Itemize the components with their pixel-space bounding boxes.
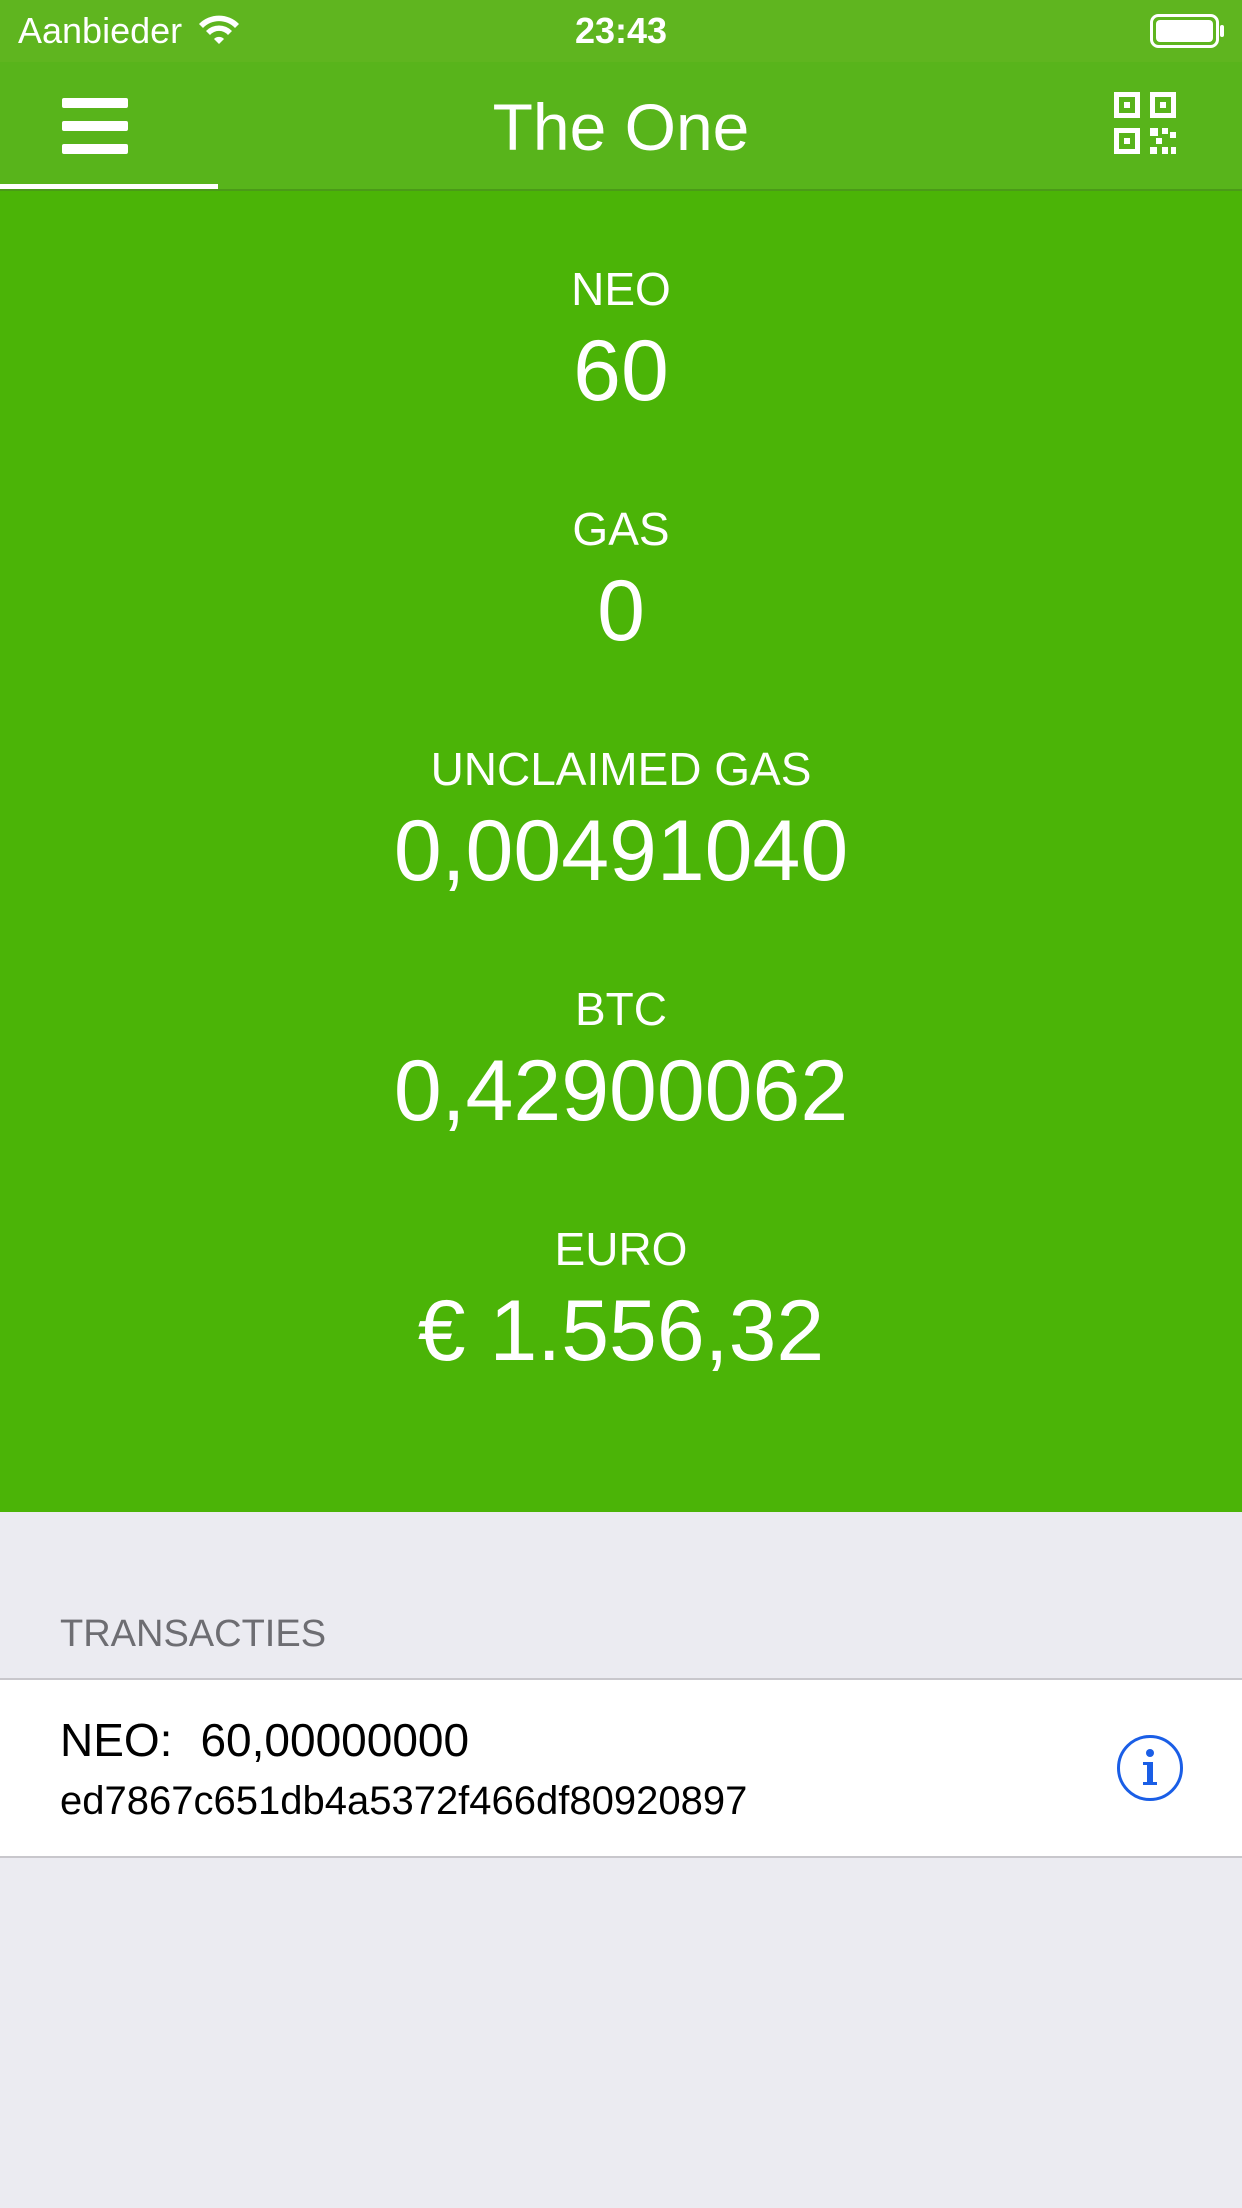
page-title: The One	[492, 90, 750, 164]
qr-code-icon[interactable]	[1114, 92, 1176, 154]
clock: 23:43	[574, 10, 668, 51]
balance-label: NEO	[571, 263, 671, 315]
balance-euro: EURO € 1.556,32	[0, 1221, 1242, 1381]
balance-value: 0,00491040	[393, 803, 849, 899]
balance-label: UNCLAIMED GAS	[430, 743, 812, 795]
menu-selection-indicator	[0, 184, 218, 189]
balance-value: 60	[573, 323, 669, 419]
balance-label: EURO	[554, 1223, 688, 1275]
transactions-header: TRANSACTIES	[60, 1613, 327, 1655]
balance-panel: NEO 60 GAS 0 UNCLAIMED GAS 0,00491040 BT…	[0, 191, 1242, 1512]
balance-unclaimed-gas: UNCLAIMED GAS 0,00491040	[0, 741, 1242, 901]
balance-label: GAS	[572, 503, 670, 555]
transaction-amount: NEO: 60,00000000	[60, 1712, 469, 1768]
balance-label: BTC	[575, 983, 667, 1035]
info-icon[interactable]	[1116, 1734, 1184, 1802]
transaction-hash: ed7867c651db4a5372f466df80920897	[60, 1779, 748, 1823]
balance-btc: BTC 0,42900062	[0, 981, 1242, 1141]
transaction-row[interactable]: NEO: 60,00000000 ed7867c651db4a5372f466df…	[0, 1678, 1242, 1858]
transaction-value: 60,00000000	[200, 1714, 470, 1766]
navigation-bar: The One	[0, 62, 1242, 191]
balance-value: 0	[597, 563, 645, 659]
balance-value: 0,42900062	[393, 1043, 849, 1139]
balance-neo: NEO 60	[0, 261, 1242, 421]
transaction-asset: NEO:	[60, 1714, 173, 1766]
battery-icon	[1150, 14, 1224, 48]
balance-value: € 1.556,32	[417, 1283, 825, 1379]
balance-gas: GAS 0	[0, 501, 1242, 661]
status-bar: Aanbieder 23:43	[0, 0, 1242, 62]
